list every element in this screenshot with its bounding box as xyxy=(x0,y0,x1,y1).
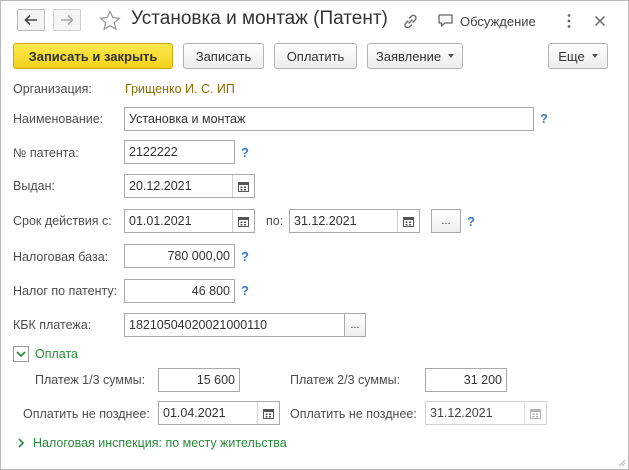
star-icon xyxy=(99,9,121,30)
validity-to-input[interactable]: 31.12.2021 xyxy=(289,209,420,233)
link-button[interactable] xyxy=(400,11,420,31)
patent-number-input[interactable]: 2122222 xyxy=(124,140,235,164)
second-due-date-value: 31.12.2021 xyxy=(430,406,493,420)
validity-to-label: по: xyxy=(266,214,284,228)
calendar-icon xyxy=(403,216,414,227)
second-due-label: Оплатить не позднее: xyxy=(290,407,417,421)
tax-base-label: Налоговая база: xyxy=(13,250,109,264)
second-due-date-input: 31.12.2021 xyxy=(425,401,547,425)
calendar-icon xyxy=(263,408,274,419)
save-button[interactable]: Записать xyxy=(183,43,264,69)
patent-number-help-link[interactable]: ? xyxy=(241,145,249,160)
validity-help-link[interactable]: ? xyxy=(467,214,475,229)
arrow-right-icon xyxy=(61,14,74,26)
validity-from-input[interactable]: 01.01.2021 xyxy=(124,209,255,233)
speech-bubble-icon xyxy=(437,14,453,27)
chevron-down-icon xyxy=(448,54,455,58)
kbk-select-button[interactable]: ... xyxy=(344,313,366,337)
first-payment-label: Платеж 1/3 суммы: xyxy=(35,373,146,387)
first-due-date-input[interactable]: 01.04.2021 xyxy=(158,401,280,425)
chevron-down-icon xyxy=(16,350,26,357)
statement-label: Заявление xyxy=(375,48,442,64)
chevron-down-icon xyxy=(591,54,598,58)
back-button[interactable] xyxy=(17,9,45,31)
validity-select-button[interactable]: ... xyxy=(431,209,461,233)
more-menu-button[interactable] xyxy=(562,11,576,31)
name-input[interactable]: Установка и монтаж xyxy=(124,107,534,131)
statement-dropdown-button[interactable]: Заявление xyxy=(367,43,463,69)
discussion-button[interactable] xyxy=(435,11,455,31)
pay-button[interactable]: Оплатить xyxy=(274,43,357,69)
favorite-button[interactable] xyxy=(98,9,122,31)
calendar-button[interactable] xyxy=(257,402,279,424)
patent-tax-input[interactable]: 46 800 xyxy=(124,279,235,303)
payment-group-title[interactable]: Оплата xyxy=(35,347,78,361)
save-and-close-button[interactable]: Записать и закрыть xyxy=(13,43,173,69)
kbk-input[interactable]: 18210504020021000110 xyxy=(124,313,345,337)
name-label: Наименование: xyxy=(13,112,104,126)
calendar-icon xyxy=(530,408,541,419)
first-due-date-value: 01.04.2021 xyxy=(163,406,226,420)
chevron-right-icon xyxy=(17,438,24,448)
link-icon xyxy=(403,14,417,28)
patent-tax-help-link[interactable]: ? xyxy=(241,283,249,298)
document-window xyxy=(0,0,629,470)
calendar-button[interactable] xyxy=(232,175,254,197)
calendar-icon xyxy=(238,216,249,227)
kbk-label: КБК платежа: xyxy=(13,318,92,332)
patent-tax-label: Налог по патенту: xyxy=(13,284,118,298)
more-label: Еще xyxy=(558,48,585,64)
first-payment-input[interactable]: 15 600 xyxy=(158,368,240,392)
validity-label: Срок действия с: xyxy=(13,214,112,228)
tax-base-input[interactable]: 780 000,00 xyxy=(124,244,235,268)
tax-base-help-link[interactable]: ? xyxy=(241,249,249,264)
calendar-button xyxy=(524,402,546,424)
validity-from-value: 01.01.2021 xyxy=(129,214,192,228)
arrow-left-icon xyxy=(24,14,37,26)
issued-date-input[interactable]: 20.12.2021 xyxy=(124,174,255,198)
patent-number-label: № патента: xyxy=(13,146,79,160)
name-help-link[interactable]: ? xyxy=(540,111,548,126)
inspection-group-title[interactable]: Налоговая инспекция: по месту жительства xyxy=(33,436,287,450)
issued-label: Выдан: xyxy=(13,179,55,193)
forward-button[interactable] xyxy=(53,9,81,31)
discussion-label[interactable]: Обсуждение xyxy=(460,14,536,29)
calendar-icon xyxy=(238,181,249,192)
second-payment-label: Платеж 2/3 суммы: xyxy=(290,373,401,387)
vertical-ellipsis-icon xyxy=(567,14,571,28)
validity-to-value: 31.12.2021 xyxy=(294,214,357,228)
page-title: Установка и монтаж (Патент) xyxy=(131,8,388,29)
resize-grip-icon[interactable] xyxy=(617,458,626,467)
inspection-group-toggle[interactable] xyxy=(15,436,27,450)
organization-link[interactable]: Грищенко И. С. ИП xyxy=(125,82,235,96)
issued-date-value: 20.12.2021 xyxy=(129,179,192,193)
close-button[interactable] xyxy=(591,12,609,30)
second-payment-input[interactable]: 31 200 xyxy=(425,368,507,392)
payment-group-toggle[interactable] xyxy=(13,346,29,362)
close-icon xyxy=(594,15,606,27)
calendar-button[interactable] xyxy=(397,210,419,232)
calendar-button[interactable] xyxy=(232,210,254,232)
first-due-label: Оплатить не позднее: xyxy=(23,407,150,421)
organization-label: Организация: xyxy=(13,82,92,96)
more-dropdown-button[interactable]: Еще xyxy=(548,43,608,69)
